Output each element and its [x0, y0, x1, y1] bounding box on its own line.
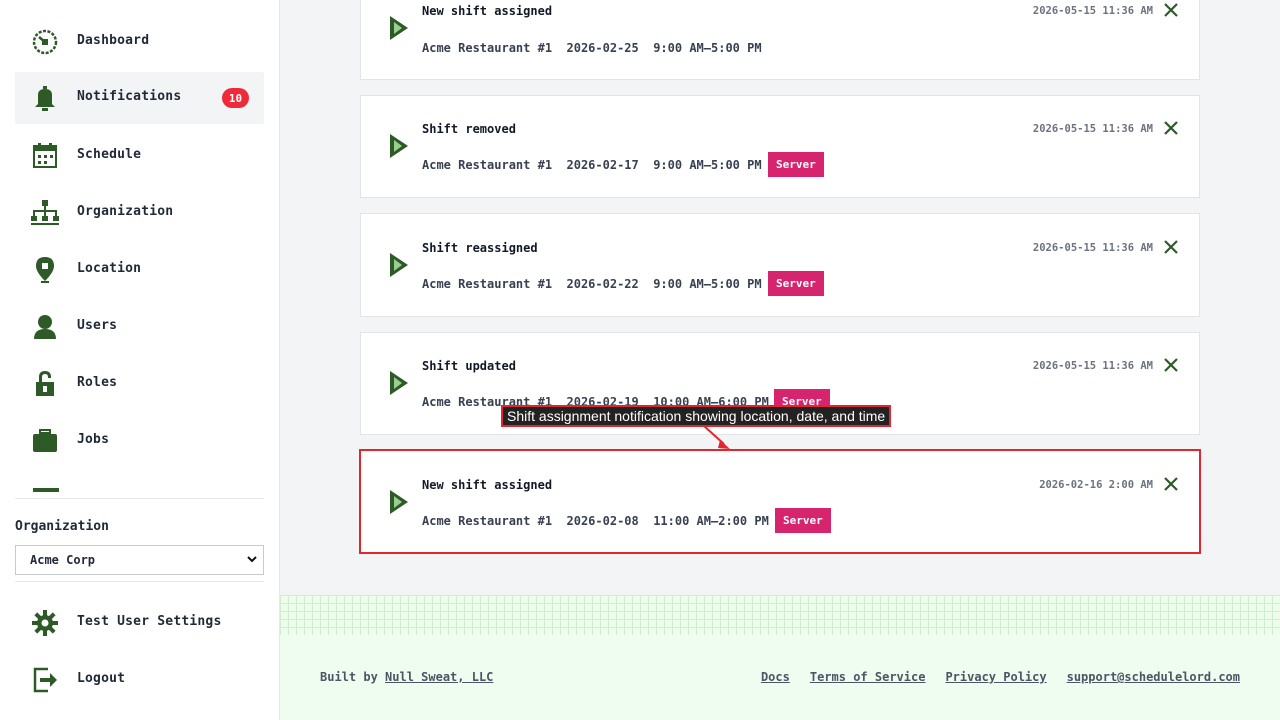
annotation-arrow [703, 425, 730, 449]
notification-title: New shift assigned [422, 4, 553, 18]
footer-pattern-band [280, 595, 1280, 635]
sidebar-item-label: Users [77, 318, 118, 333]
play-notification-icon [390, 490, 408, 514]
play-notification-icon [390, 371, 408, 395]
sidebar-item-location[interactable]: Location [15, 244, 264, 296]
sidebar-item-logout[interactable]: Logout [15, 654, 264, 706]
sidebar-item-label: Location [77, 261, 142, 276]
role-badge: Server [768, 152, 824, 177]
sidebar-item-notifications[interactable]: Notifications 10 [15, 72, 264, 124]
docs-link[interactable]: Docs [761, 670, 790, 684]
sidebar-item-users[interactable]: Users [15, 301, 264, 353]
support-email-link[interactable]: support@schedulelord.com [1067, 670, 1240, 684]
notification-card[interactable]: Shift reassigned 2026-05-15 11:36 AM Acm… [360, 213, 1200, 317]
play-notification-icon [390, 253, 408, 277]
sidebar-item-label: Schedule [77, 147, 142, 162]
dashboard-icon [32, 29, 58, 55]
sidebar-item-roles[interactable]: Roles [15, 358, 264, 410]
close-icon[interactable] [1163, 239, 1179, 255]
sidebar-divider [15, 498, 264, 499]
close-icon[interactable] [1163, 476, 1179, 492]
calendar-icon [33, 143, 57, 168]
footer: Built by Null Sweat, LLC Docs Terms of S… [280, 635, 1280, 720]
close-icon[interactable] [1163, 120, 1179, 136]
close-icon[interactable] [1163, 2, 1179, 18]
notification-title: Shift removed [422, 122, 516, 136]
organization-select[interactable]: Acme Corp [15, 545, 264, 575]
sidebar-divider [15, 581, 264, 582]
notification-title: Shift updated [422, 359, 516, 373]
notification-card-highlighted[interactable]: New shift assigned 2026-02-16 2:00 AM Ac… [359, 449, 1201, 554]
privacy-policy-link[interactable]: Privacy Policy [945, 670, 1046, 684]
sidebar: Dashboard Notifications 10 Schedule Orga… [0, 0, 280, 720]
chevron-down-icon [247, 556, 257, 563]
notification-card[interactable]: Shift removed 2026-05-15 11:36 AM Acme R… [360, 95, 1200, 198]
footer-credit: Built by Null Sweat, LLC [320, 670, 494, 684]
notification-title: New shift assigned [422, 478, 553, 492]
play-notification-icon [390, 16, 408, 40]
sidebar-item-jobs[interactable]: Jobs [15, 415, 264, 467]
partial-nav-icon [33, 488, 59, 492]
sidebar-item-label: Notifications [77, 89, 182, 104]
map-pin-icon [36, 257, 54, 283]
notification-timestamp: 2026-05-15 11:36 AM [1032, 5, 1153, 17]
close-icon[interactable] [1163, 357, 1179, 373]
briefcase-icon [33, 429, 57, 452]
gear-icon [32, 610, 58, 636]
sidebar-item-organization[interactable]: Organization [15, 187, 264, 239]
notification-count-badge: 10 [222, 88, 249, 108]
sidebar-item-label: Test User Settings [77, 614, 222, 629]
notification-details: Acme Restaurant #1 2026-02-08 11:00 AM–2… [422, 514, 769, 528]
sidebar-item-dashboard[interactable]: Dashboard [15, 16, 264, 68]
user-icon [34, 315, 56, 339]
lock-icon [36, 371, 54, 396]
sidebar-item-label: Jobs [77, 432, 110, 447]
sidebar-item-label: Organization [77, 204, 174, 219]
annotation-tooltip: Shift assignment notification showing lo… [501, 405, 892, 427]
notification-timestamp: 2026-05-15 11:36 AM [1032, 242, 1153, 254]
notification-details: Acme Restaurant #1 2026-02-22 9:00 AM–5:… [422, 277, 762, 291]
sidebar-item-test-user-settings[interactable]: Test User Settings [15, 597, 264, 649]
org-chart-icon [31, 200, 59, 225]
bell-icon [35, 86, 55, 111]
notification-timestamp: 2026-05-15 11:36 AM [1032, 123, 1153, 135]
terms-of-service-link[interactable]: Terms of Service [810, 670, 926, 684]
null-sweat-link[interactable]: Null Sweat, LLC [385, 670, 493, 684]
notification-details: Acme Restaurant #1 2026-02-17 9:00 AM–5:… [422, 158, 762, 172]
notification-card[interactable]: New shift assigned 2026-05-15 11:36 AM A… [360, 0, 1200, 80]
role-badge: Server [775, 508, 831, 533]
footer-links: Docs Terms of Service Privacy Policy sup… [761, 670, 1240, 684]
notification-timestamp: 2026-02-16 2:00 AM [1039, 479, 1153, 491]
notification-details: Acme Restaurant #1 2026-02-25 9:00 AM–5:… [422, 41, 762, 55]
sidebar-item-schedule[interactable]: Schedule [15, 130, 264, 182]
logout-icon [33, 667, 57, 693]
sidebar-item-label: Dashboard [77, 33, 150, 48]
organization-label: Organization [15, 519, 109, 534]
sidebar-item-label: Roles [77, 375, 118, 390]
organization-select-value: Acme Corp [30, 553, 96, 567]
sidebar-item-label: Logout [77, 671, 126, 686]
notification-title: Shift reassigned [422, 241, 538, 255]
notification-timestamp: 2026-05-15 11:36 AM [1032, 360, 1153, 372]
play-notification-icon [390, 134, 408, 158]
role-badge: Server [768, 271, 824, 296]
